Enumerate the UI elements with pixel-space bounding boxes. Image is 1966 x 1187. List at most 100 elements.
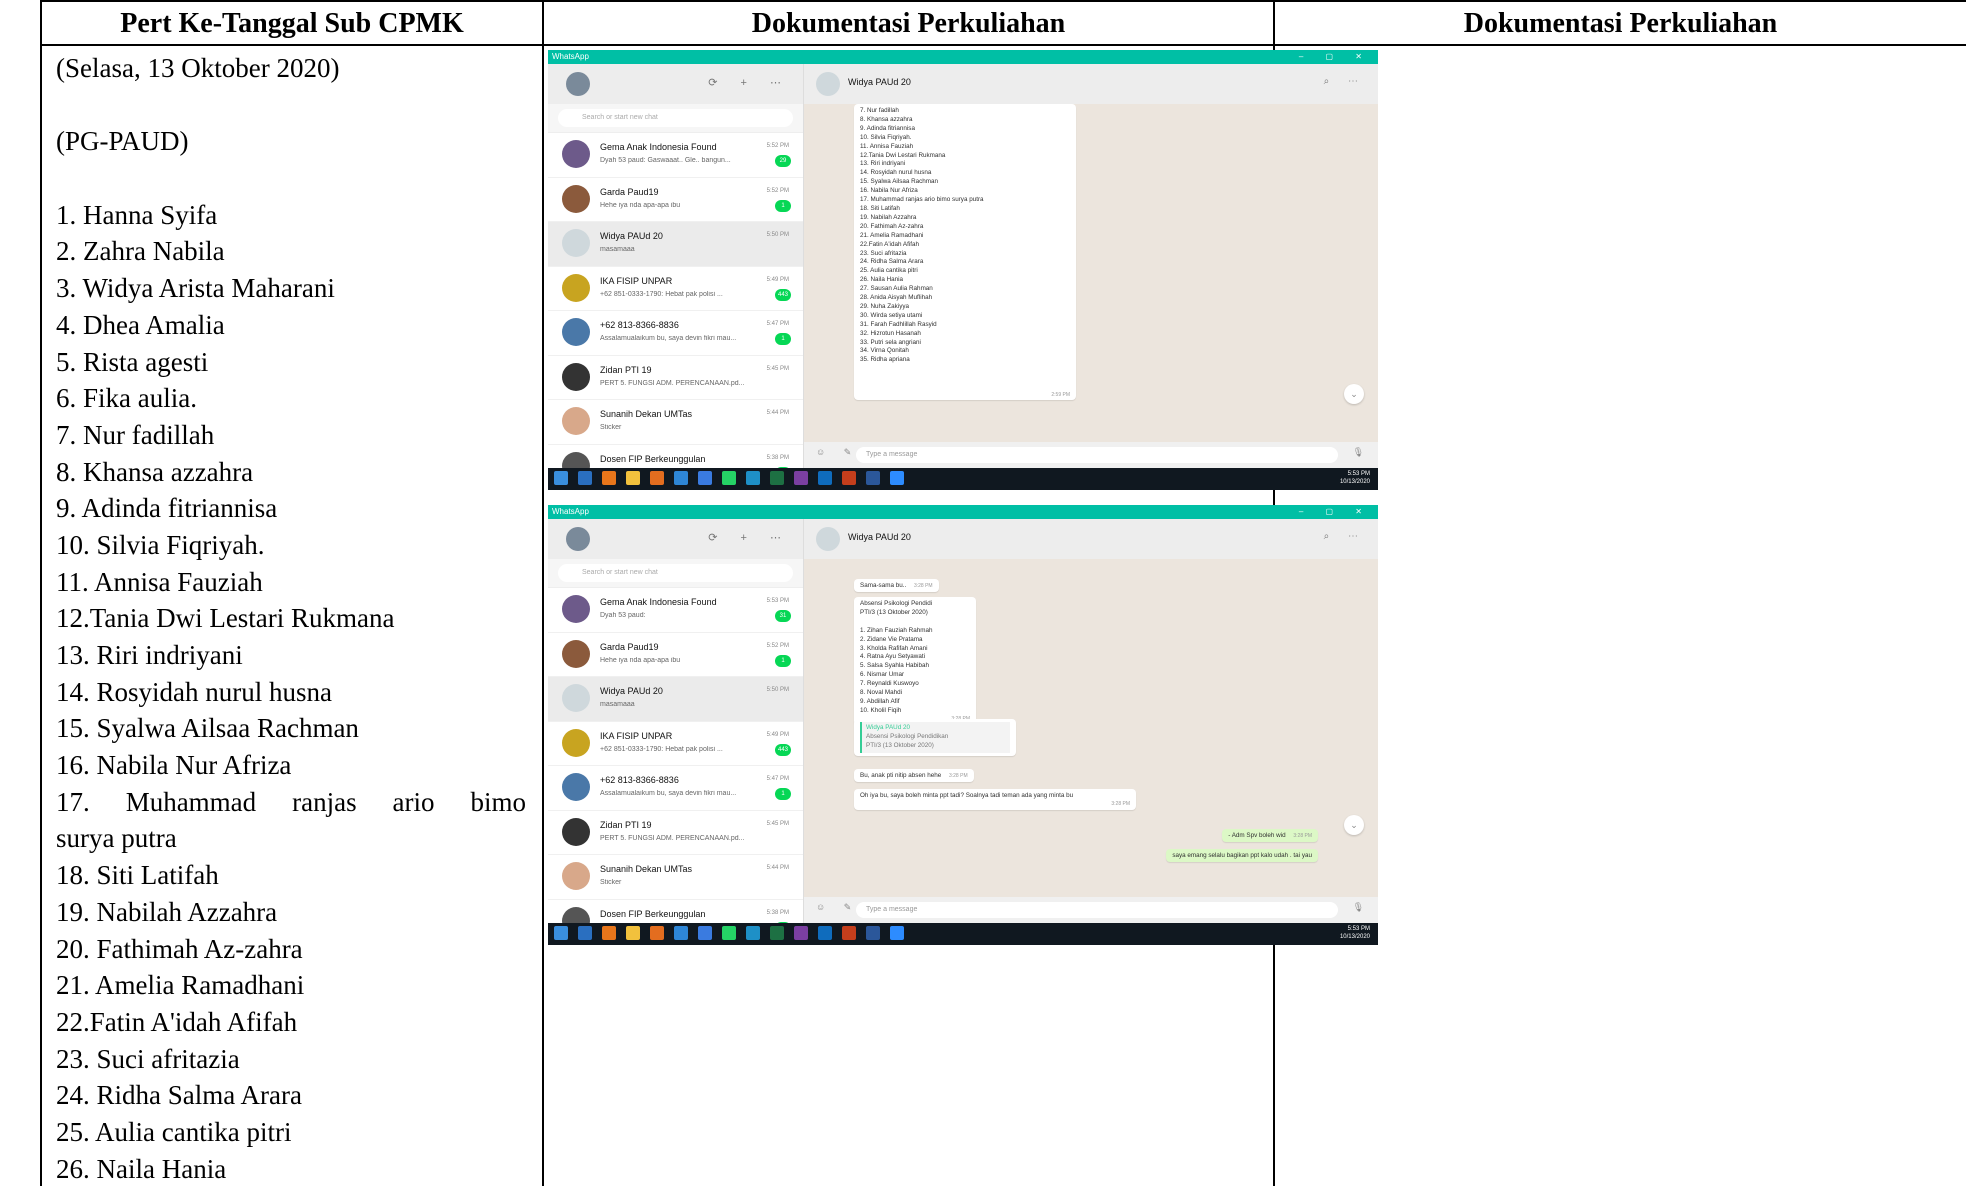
profile-avatar[interactable] xyxy=(566,72,590,96)
whatsapp-icon[interactable] xyxy=(722,471,736,485)
unread-badge: 1 xyxy=(775,199,791,212)
emoji-attach-icons[interactable]: ☺ ✎ xyxy=(816,447,859,458)
folder-icon[interactable] xyxy=(626,926,640,940)
chat-list-item[interactable]: IKA FISIP UNPAR +62 851-0333-1790: Hebat … xyxy=(548,267,803,311)
chat-avatar xyxy=(562,773,590,801)
word-icon[interactable] xyxy=(866,471,880,485)
outlook-icon[interactable] xyxy=(818,926,832,940)
powerpoint-icon[interactable] xyxy=(842,926,856,940)
mic-icon[interactable]: 🎙 xyxy=(1353,902,1364,913)
chat-list-item[interactable]: Gema Anak Indonesia Found Dyah 53 paud: G… xyxy=(548,133,803,178)
contact-name[interactable]: Widya PAUd 20 xyxy=(848,532,911,542)
message-input[interactable]: Type a message xyxy=(856,447,1338,463)
message-line: 34. Virna Qonitah xyxy=(860,347,909,355)
unread-badge: 1 xyxy=(775,788,791,800)
taskbar-app-icon[interactable] xyxy=(650,926,664,940)
chat-list-item[interactable]: Gema Anak Indonesia Found Dyah 53 paud: 5:… xyxy=(548,588,803,633)
taskbar-app-icon[interactable] xyxy=(578,471,592,485)
chat-list-item[interactable]: Zidan PTI 19 PERT 5. FUNGSI ADM. PERENCAN… xyxy=(548,811,803,855)
window-controls[interactable]: – ▢ ✕ xyxy=(1299,505,1372,519)
taskbar-clock[interactable]: 5:53 PM 10/13/2020 xyxy=(1340,470,1370,486)
powerpoint-icon[interactable] xyxy=(842,471,856,485)
edge-icon[interactable] xyxy=(746,471,760,485)
contact-avatar[interactable] xyxy=(816,527,840,551)
scroll-down-button[interactable]: ⌄ xyxy=(1344,384,1364,404)
mic-icon[interactable]: 🎙 xyxy=(1353,447,1364,458)
contact-name[interactable]: Widya PAUd 20 xyxy=(848,77,911,87)
firefox-icon[interactable] xyxy=(602,926,616,940)
header-icons[interactable]: ⟳ + ⋯ xyxy=(708,531,791,544)
message-line: 23. Suci afritazia xyxy=(860,249,907,257)
taskbar-app-icon[interactable] xyxy=(650,471,664,485)
name-17-word: ranjas xyxy=(292,786,357,817)
zoom-icon[interactable] xyxy=(890,926,904,940)
taskbar-clock[interactable]: 5:53 PM 10/13/2020 xyxy=(1340,925,1370,941)
header-icons[interactable]: ⌕ ⋯ xyxy=(1324,76,1366,87)
conversation-header: Widya PAUd 20 ⌕ ⋯ xyxy=(804,64,1378,104)
chat-list-item[interactable]: IKA FISIP UNPAR +62 851-0333-1790: Hebat … xyxy=(548,722,803,766)
chat-time: 5:38 PM xyxy=(766,909,789,916)
excel-icon[interactable] xyxy=(770,471,784,485)
attendance-list: (Selasa, 13 Oktober 2020) (PG-PAUD) 1. H… xyxy=(56,50,526,1187)
zoom-icon[interactable] xyxy=(890,471,904,485)
start-icon[interactable] xyxy=(554,926,568,940)
profile-avatar[interactable] xyxy=(566,527,590,551)
chat-list-item[interactable]: Sunanih Dekan UMTas Sticker 5:44 PM xyxy=(548,400,803,445)
message-line xyxy=(860,618,970,627)
start-icon[interactable] xyxy=(554,471,568,485)
message-line: 9. Adinda fitriannisa xyxy=(860,124,915,132)
thanks-message: Sama-sama bu.. 3:28 PM xyxy=(854,579,939,592)
emoji-attach-icons[interactable]: ☺ ✎ xyxy=(816,902,859,913)
message-line: 33. Putri sela angriani xyxy=(860,338,921,346)
search-input[interactable]: Search or start new chat xyxy=(558,564,793,582)
taskbar-app-icon[interactable] xyxy=(698,926,712,940)
search-bar: ⌕ Search or start new chat xyxy=(548,559,803,588)
onenote-icon[interactable] xyxy=(794,926,808,940)
ie-icon[interactable] xyxy=(674,471,688,485)
student-name: 10. Silvia Fiqriyah. xyxy=(56,529,265,560)
chat-list-item[interactable]: Widya PAUd 20 masamaaa 5:50 PM xyxy=(548,677,803,722)
quote-line: PTI/3 (13 Oktober 2020) xyxy=(866,741,934,749)
chat-list-item[interactable]: Garda Paud19 Hehe iya nda apa-apa ibu 5:52… xyxy=(548,633,803,677)
student-name: 21. Amelia Ramadhani xyxy=(56,970,305,1001)
message-line: 27. Sausan Aulia Rahman xyxy=(860,285,933,293)
folder-icon[interactable] xyxy=(626,471,640,485)
edge-icon[interactable] xyxy=(746,926,760,940)
chat-time: 5:52 PM xyxy=(766,143,789,149)
outlook-icon[interactable] xyxy=(818,471,832,485)
student-name: 15. Syalwa Ailsaa Rachman xyxy=(56,713,359,744)
header-icons[interactable]: ⌕ ⋯ xyxy=(1324,531,1366,542)
chat-list-item[interactable]: Zidan PTI 19 PERT 5. FUNGSI ADM. PERENCAN… xyxy=(548,356,803,400)
app-title: WhatsApp xyxy=(552,52,589,61)
message-line: 19. Nabilah Azzahra xyxy=(860,213,917,221)
whatsapp-icon[interactable] xyxy=(722,926,736,940)
header-icons[interactable]: ⟳ + ⋯ xyxy=(708,76,791,89)
student-name: 23. Suci afritazia xyxy=(56,1043,240,1074)
chat-list-item[interactable]: Sunanih Dekan UMTas Sticker 5:44 PM xyxy=(548,855,803,900)
chat-list-item[interactable]: +62 813-8366-8836 Assalamualaikum bu, say… xyxy=(548,311,803,356)
chat-list-item[interactable]: Widya PAUd 20 masamaaa 5:50 PM xyxy=(548,222,803,267)
firefox-icon[interactable] xyxy=(602,471,616,485)
chat-name: Sunanih Dekan UMTas xyxy=(600,409,693,419)
message-line: 26. Naila Hania xyxy=(860,276,904,284)
ie-icon[interactable] xyxy=(674,926,688,940)
chat-list: Gema Anak Indonesia Found Dyah 53 paud: G… xyxy=(548,133,803,489)
message-line: 14. Rosyidah nurul husna xyxy=(860,169,932,177)
contact-avatar[interactable] xyxy=(816,72,840,96)
word-icon[interactable] xyxy=(866,926,880,940)
excel-icon[interactable] xyxy=(770,926,784,940)
taskbar-app-icon[interactable] xyxy=(698,471,712,485)
conversation-panel: Widya PAUd 20 ⌕ ⋯ 7. Nur fadillah 8. Khan… xyxy=(804,64,1378,468)
onenote-icon[interactable] xyxy=(794,471,808,485)
message-line: 8. Noval Mahdi xyxy=(860,689,902,697)
message-input[interactable]: Type a message xyxy=(856,902,1338,918)
chat-list-item[interactable]: +62 813-8366-8836 Assalamualaikum bu, say… xyxy=(548,766,803,811)
taskbar-app-icon[interactable] xyxy=(578,926,592,940)
search-input[interactable]: Search or start new chat xyxy=(558,109,793,127)
window-controls[interactable]: – ▢ ✕ xyxy=(1299,50,1372,64)
chat-avatar xyxy=(562,184,590,213)
chat-avatar xyxy=(562,140,590,168)
scroll-down-button[interactable]: ⌄ xyxy=(1344,815,1364,835)
chat-list-item[interactable]: Garda Paud19 Hehe iya nda apa-apa ibu 5:52… xyxy=(548,178,803,222)
